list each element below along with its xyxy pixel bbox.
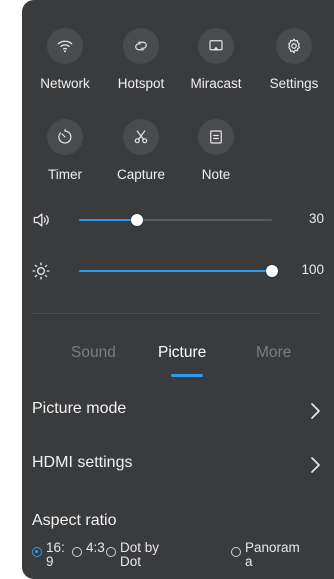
capture-tile[interactable]: Capture bbox=[105, 119, 177, 182]
volume-value: 30 bbox=[308, 211, 324, 226]
chevron-right-icon bbox=[311, 457, 320, 473]
aspect-option-4-3[interactable]: 4:3 bbox=[72, 541, 106, 557]
timer-button[interactable] bbox=[47, 119, 83, 155]
volume-fill bbox=[79, 219, 137, 221]
volume-knob[interactable] bbox=[130, 214, 143, 226]
quick-settings-panel: Network Hotspot Miracast Settings Timer … bbox=[22, 0, 334, 579]
gear-icon bbox=[288, 38, 300, 54]
aspect-option-panorama[interactable]: Panorama bbox=[231, 541, 305, 569]
settings-label: Settings bbox=[269, 76, 319, 91]
radio-indicator[interactable] bbox=[106, 547, 116, 557]
hdmi-settings-row[interactable]: HDMI settings bbox=[32, 450, 322, 480]
aspect-option-label: 16:9 bbox=[46, 540, 65, 569]
network-tile[interactable]: Network bbox=[29, 28, 101, 91]
aspect-option-16-9[interactable]: 16:9 bbox=[32, 541, 70, 569]
speaker-icon bbox=[33, 213, 49, 227]
hotspot-tile[interactable]: Hotspot bbox=[105, 28, 177, 91]
note-icon bbox=[210, 130, 222, 144]
network-button[interactable] bbox=[47, 28, 83, 64]
aspect-ratio-title: Aspect ratio bbox=[32, 512, 117, 529]
divider bbox=[32, 313, 320, 314]
timer-tile[interactable]: Timer bbox=[29, 119, 101, 182]
note-button[interactable] bbox=[198, 119, 234, 155]
capture-button[interactable] bbox=[123, 119, 159, 155]
radio-indicator[interactable] bbox=[231, 547, 241, 557]
settings-button[interactable] bbox=[276, 28, 312, 64]
aspect-ratio-options: 16:9 4:3 Dot by Dot Panorama bbox=[32, 541, 332, 577]
timer-label: Timer bbox=[48, 167, 82, 182]
scissors-icon bbox=[134, 130, 148, 144]
tab-more[interactable]: More bbox=[256, 344, 291, 362]
note-label: Note bbox=[201, 167, 231, 182]
timer-icon bbox=[58, 128, 72, 144]
hotspot-label: Hotspot bbox=[117, 76, 165, 91]
wifi-icon bbox=[57, 40, 73, 53]
settings-tile[interactable]: Settings bbox=[258, 28, 330, 91]
miracast-label: Miracast bbox=[190, 76, 242, 91]
hotspot-icon bbox=[135, 41, 147, 51]
brightness-row: 100 bbox=[22, 259, 334, 283]
picture-mode-label: Picture mode bbox=[32, 400, 127, 417]
brightness-icon bbox=[32, 262, 50, 280]
brightness-fill bbox=[79, 270, 272, 272]
hdmi-settings-label: HDMI settings bbox=[32, 454, 133, 471]
tab-picture[interactable]: Picture bbox=[158, 344, 206, 362]
radio-indicator[interactable] bbox=[32, 547, 42, 557]
aspect-option-label: Dot by Dot bbox=[120, 540, 160, 569]
brightness-value: 100 bbox=[301, 262, 324, 277]
aspect-option-label: Panorama bbox=[245, 540, 300, 569]
aspect-option-dot-by-dot[interactable]: Dot by Dot bbox=[106, 541, 166, 569]
brightness-knob[interactable] bbox=[266, 265, 278, 277]
volume-row: 30 bbox=[22, 208, 334, 232]
hotspot-button[interactable] bbox=[123, 28, 159, 64]
aspect-option-label: 4:3 bbox=[86, 540, 105, 555]
active-tab-indicator bbox=[171, 374, 203, 377]
network-label: Network bbox=[40, 76, 90, 91]
capture-label: Capture bbox=[116, 167, 166, 182]
note-tile[interactable]: Note bbox=[180, 119, 252, 182]
chevron-right-icon bbox=[311, 403, 320, 419]
picture-mode-row[interactable]: Picture mode bbox=[32, 396, 322, 426]
tab-bar: Sound Picture More bbox=[22, 344, 334, 384]
miracast-tile[interactable]: Miracast bbox=[180, 28, 252, 91]
miracast-button[interactable] bbox=[198, 28, 234, 64]
cast-icon bbox=[209, 40, 223, 51]
radio-indicator[interactable] bbox=[72, 547, 82, 557]
tab-sound[interactable]: Sound bbox=[71, 344, 116, 362]
